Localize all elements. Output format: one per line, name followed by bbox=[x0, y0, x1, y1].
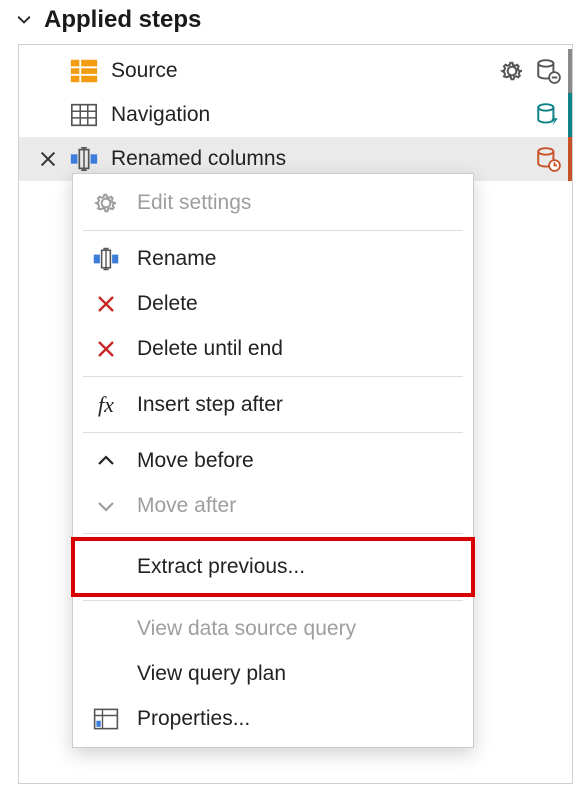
menu-properties[interactable]: Properties... bbox=[73, 696, 473, 741]
menu-extract-previous[interactable]: Extract previous... bbox=[73, 539, 473, 595]
gear-icon[interactable] bbox=[498, 57, 526, 85]
menu-label: Move before bbox=[137, 449, 254, 473]
rename-columns-icon bbox=[69, 144, 99, 174]
panel-title: Applied steps bbox=[44, 6, 201, 34]
blank-icon bbox=[91, 614, 121, 644]
properties-icon bbox=[91, 704, 121, 734]
database-clock-icon bbox=[534, 145, 562, 173]
step-label: Navigation bbox=[111, 103, 522, 127]
menu-rename[interactable]: Rename bbox=[73, 236, 473, 281]
menu-label: View data source query bbox=[137, 617, 356, 641]
menu-label: Delete bbox=[137, 292, 198, 316]
menu-move-after: Move after bbox=[73, 483, 473, 528]
menu-move-before[interactable]: Move before bbox=[73, 438, 473, 483]
menu-insert-step-after[interactable]: fx Insert step after bbox=[73, 382, 473, 427]
menu-separator bbox=[83, 533, 463, 534]
table-icon bbox=[69, 100, 99, 130]
chevron-up-icon bbox=[91, 446, 121, 476]
applied-steps-list: Source bbox=[18, 44, 573, 784]
chevron-down-icon bbox=[91, 491, 121, 521]
menu-view-data-source-query: View data source query bbox=[73, 606, 473, 651]
menu-separator bbox=[83, 432, 463, 433]
menu-edit-settings: Edit settings bbox=[73, 180, 473, 225]
menu-separator bbox=[83, 230, 463, 231]
step-load-indicator bbox=[568, 93, 572, 137]
step-row-source[interactable]: Source bbox=[19, 49, 572, 93]
step-load-indicator bbox=[568, 49, 572, 93]
menu-separator bbox=[83, 376, 463, 377]
step-label: Renamed columns bbox=[111, 147, 522, 171]
delete-step-icon[interactable] bbox=[35, 146, 61, 172]
applied-steps-header[interactable]: Applied steps bbox=[0, 0, 581, 44]
menu-label: Extract previous... bbox=[137, 555, 305, 579]
step-load-indicator bbox=[568, 137, 572, 181]
x-red-icon bbox=[91, 334, 121, 364]
chevron-down-icon bbox=[14, 10, 34, 30]
x-red-icon bbox=[91, 289, 121, 319]
database-bolt-icon bbox=[534, 101, 562, 129]
gear-icon bbox=[91, 188, 121, 218]
menu-separator bbox=[83, 600, 463, 601]
source-table-icon bbox=[69, 56, 99, 86]
blank-icon bbox=[91, 659, 121, 689]
step-row-navigation[interactable]: Navigation bbox=[19, 93, 572, 137]
menu-label: Edit settings bbox=[137, 191, 251, 215]
rename-icon bbox=[91, 244, 121, 274]
menu-delete-until-end[interactable]: Delete until end bbox=[73, 326, 473, 371]
step-context-menu: Edit settings Rename Delete bbox=[72, 173, 474, 748]
menu-label: Insert step after bbox=[137, 393, 283, 417]
menu-delete[interactable]: Delete bbox=[73, 281, 473, 326]
menu-label: Rename bbox=[137, 247, 216, 271]
menu-label: Properties... bbox=[137, 707, 250, 731]
menu-label: Delete until end bbox=[137, 337, 283, 361]
step-label: Source bbox=[111, 59, 486, 83]
fx-icon: fx bbox=[91, 390, 121, 420]
menu-view-query-plan[interactable]: View query plan bbox=[73, 651, 473, 696]
menu-label: Move after bbox=[137, 494, 236, 518]
menu-label: View query plan bbox=[137, 662, 286, 686]
database-minus-icon bbox=[534, 57, 562, 85]
